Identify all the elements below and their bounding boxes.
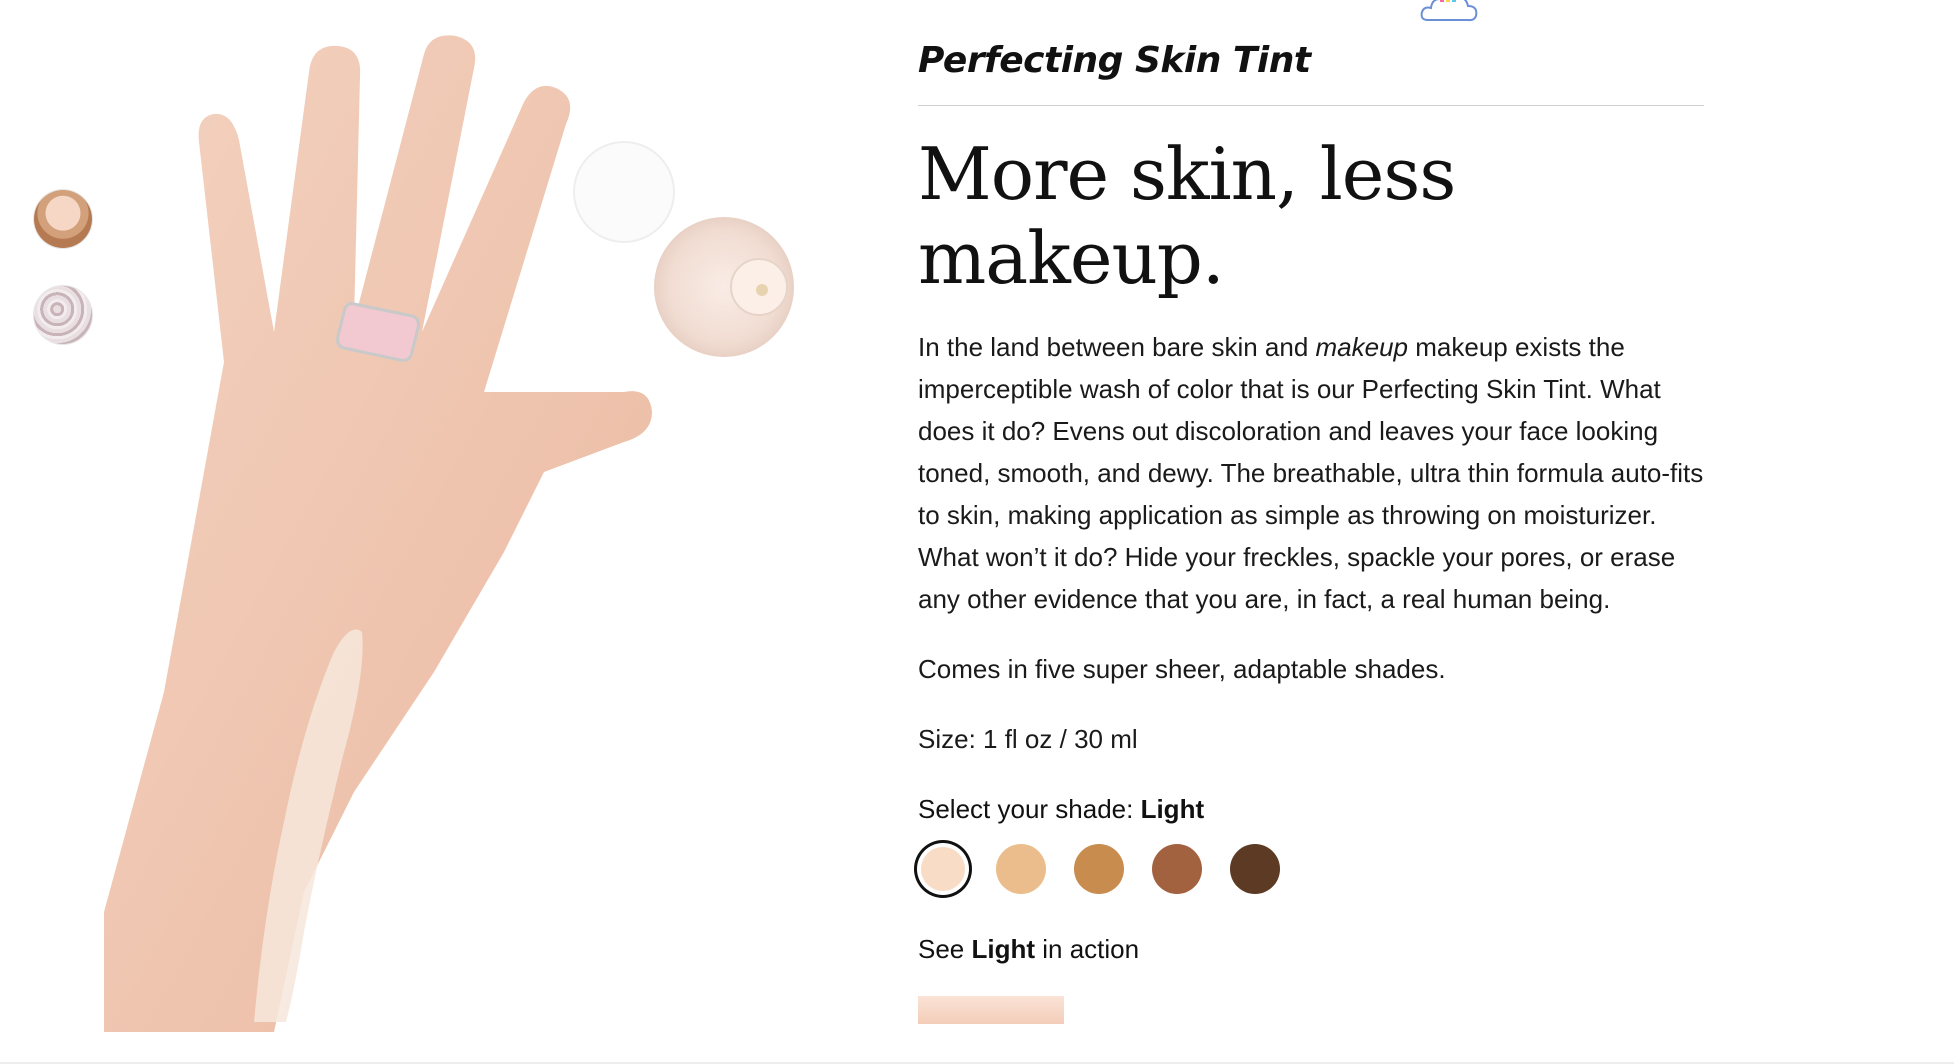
selected-shade-name: Light <box>1140 794 1205 824</box>
gallery-thumbnail-portrait[interactable] <box>34 190 92 248</box>
gallery-thumbnail-pattern[interactable] <box>34 286 92 344</box>
see-in-action-label: See Light in action <box>918 928 1704 970</box>
shades-note: Comes in five super sheer, adaptable sha… <box>918 654 1446 684</box>
see-in-action-prefix: See <box>918 934 972 964</box>
see-in-action-shade: Light <box>971 934 1036 964</box>
description-part-2: makeup exists the imperceptible wash of … <box>918 332 1704 614</box>
product-size: Size: 1 fl oz / 30 ml <box>918 724 1138 754</box>
product-info: Perfecting Skin Tint More skin, less mak… <box>918 40 1704 1024</box>
product-description: In the land between bare skin and makeup… <box>918 326 1708 620</box>
shade-swatches <box>918 844 1704 894</box>
see-in-action-suffix: in action <box>1035 934 1140 964</box>
shade-swatch-light[interactable] <box>921 847 965 891</box>
hand-shape <box>104 35 652 1032</box>
product-name: Perfecting Skin Tint <box>918 40 1311 81</box>
shade-preview-image[interactable] <box>918 996 1064 1024</box>
shade-swatch-deep[interactable] <box>1152 844 1202 894</box>
product-hero-image <box>104 32 860 1032</box>
title-divider <box>918 105 1704 106</box>
bottle-cap <box>573 141 675 243</box>
shade-swatch-medium[interactable] <box>996 844 1046 894</box>
shade-swatch-medium-deep[interactable] <box>1074 844 1124 894</box>
shade-swatch-rich[interactable] <box>1230 844 1280 894</box>
shade-selector-prompt: Select your shade: <box>918 794 1141 824</box>
hand-swatch-illustration <box>104 35 794 1032</box>
shade-selector-label: Select your shade: Light <box>918 788 1704 830</box>
cloud-logo-icon[interactable] <box>1418 0 1480 26</box>
description-emphasis: makeup <box>1315 332 1409 362</box>
product-headline: More skin, less makeup. <box>918 132 1456 300</box>
gallery-thumbnails <box>30 190 96 382</box>
description-part-1: In the land between bare skin and <box>918 332 1316 362</box>
